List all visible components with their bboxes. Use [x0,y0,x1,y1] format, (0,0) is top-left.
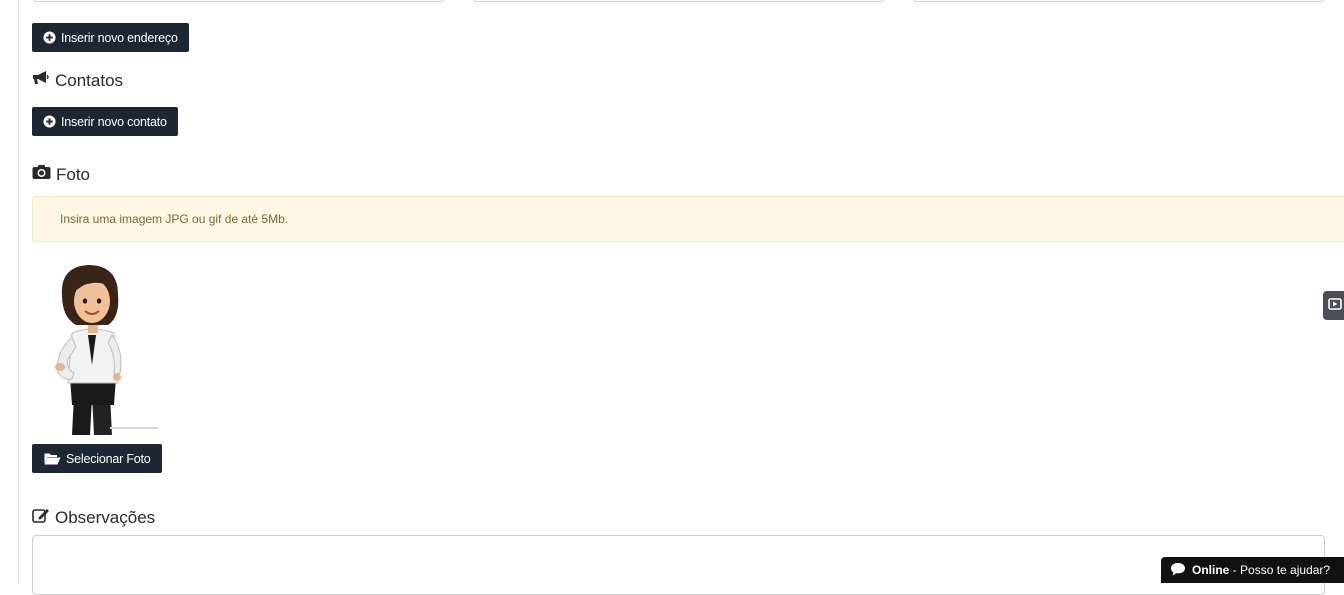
chat-status: Online [1192,563,1230,577]
observations-title: Observações [55,507,156,527]
contacts-section-title: Contatos [32,70,123,91]
address-field-3[interactable] [912,0,1325,2]
address-field-2[interactable] [472,0,885,2]
photo-upload-notice: Insira uma imagem JPG ou gif de até 5Mb. [32,196,1344,242]
select-photo-button[interactable]: Selecionar Foto [32,444,162,473]
insert-address-button[interactable]: Inserir novo endereço [32,23,189,52]
side-panel-tab[interactable] [1323,291,1344,320]
chat-prompt: Posso te ajudar? [1240,563,1331,577]
contacts-title: Contatos [55,70,124,90]
address-field-1[interactable] [32,0,445,2]
play-icon [1328,297,1342,315]
photo-section-title: Foto [32,164,90,185]
photo-notice-text: Insira uma imagem JPG ou gif de até 5Mb. [60,212,289,226]
chat-bubble-icon [1170,562,1186,579]
folder-open-icon [44,452,61,465]
photo-title: Foto [56,164,91,184]
observations-section-title: Observações [32,507,155,528]
edit-icon [32,507,50,528]
insert-contact-button[interactable]: Inserir novo contato [32,107,178,136]
insert-address-label: Inserir novo endereço [61,30,178,45]
insert-contact-label: Inserir novo contato [61,114,167,129]
chat-widget[interactable]: Online - Posso te ajudar? [1161,557,1344,583]
page-left-border [18,0,19,583]
profile-photo [32,255,208,435]
chat-separator: - [1229,563,1241,577]
camera-icon [32,164,51,185]
select-photo-label: Selecionar Foto [66,451,151,466]
plus-circle-icon [43,115,56,128]
bullhorn-icon [32,70,50,91]
observations-textarea[interactable] [32,535,1325,595]
plus-circle-icon [43,31,56,44]
